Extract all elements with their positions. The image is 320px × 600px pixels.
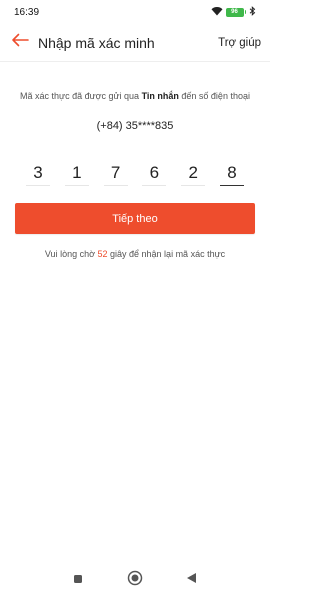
resend-suffix: giây để nhận lại mã xác thực [107, 249, 226, 259]
app-bar: Nhập mã xác minh Trợ giúp [0, 24, 270, 62]
phone-number: (+84) 35****835 [96, 120, 174, 132]
system-back-button[interactable] [180, 568, 204, 592]
countdown-seconds: 52 [97, 249, 108, 259]
battery-level: 96 [231, 9, 238, 15]
battery-icon: 96 [225, 7, 246, 17]
otp-digit-1[interactable]: 3 [26, 160, 50, 186]
info-channel: Tin nhắn [141, 91, 179, 101]
wifi-icon [211, 3, 223, 21]
screen: 16:39 96 Nhập mã xác minh Trợ giúp Mã xá… [0, 0, 270, 600]
page-title: Nhập mã xác minh [38, 34, 155, 51]
info-prefix: Mã xác thực đã được gửi qua [20, 91, 142, 101]
arrow-left-icon [11, 33, 29, 52]
back-button[interactable] [4, 27, 36, 59]
otp-digit-5[interactable]: 2 [181, 160, 206, 186]
bluetooth-icon [249, 3, 256, 21]
otp-digit-4[interactable]: 6 [142, 160, 167, 186]
otp-input: 3 1 7 6 2 8 [26, 160, 244, 186]
resend-countdown-text: Vui lòng chờ 52 giây để nhận lại mã xác … [0, 249, 270, 259]
home-button[interactable] [123, 568, 147, 592]
status-icons: 96 [211, 3, 257, 21]
help-link[interactable]: Trợ giúp [218, 37, 261, 49]
verification-info: Mã xác thực đã được gửi qua Tin nhắn đến… [20, 90, 250, 102]
info-suffix: đến số điện thoại [178, 91, 250, 101]
otp-digit-2[interactable]: 1 [64, 160, 89, 186]
next-button[interactable]: Tiếp theo [15, 203, 255, 234]
triangle-left-icon [186, 571, 197, 589]
system-nav-bar [0, 560, 270, 600]
otp-digit-3[interactable]: 7 [103, 160, 128, 186]
status-time: 16:39 [14, 6, 40, 18]
square-icon [73, 571, 83, 589]
otp-digit-6[interactable]: 8 [219, 160, 244, 186]
circle-icon [127, 570, 143, 591]
resend-prefix: Vui lòng chờ [44, 249, 98, 259]
status-bar: 16:39 96 [0, 0, 270, 24]
recent-apps-button[interactable] [66, 568, 90, 592]
